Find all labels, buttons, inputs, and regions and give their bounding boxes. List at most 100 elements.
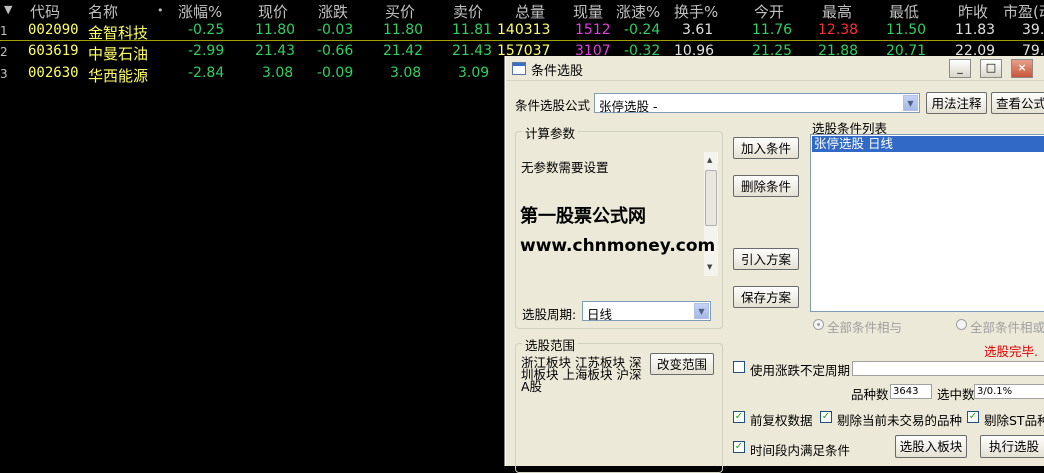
chg-pct-value: -0.25 (188, 22, 225, 38)
period-satisfy-label: 时间段内满足条件 (750, 443, 851, 458)
range-text: 浙江板块 江苏板块 深圳板块 上海板块 沪深A股 (521, 355, 642, 394)
formula-label: 条件选股公式 (515, 98, 591, 113)
formula-select[interactable]: 张停选股 - ▼ (594, 93, 920, 114)
current-volume-value: 1512 (575, 22, 611, 38)
col-header-high[interactable]: 最高 (822, 1, 852, 22)
chg-value: -0.09 (317, 65, 354, 81)
watermark-title: 第一股票公式网 (520, 206, 646, 227)
row-index: 2 (0, 45, 8, 59)
execute-selection-button[interactable]: 执行选股 (980, 435, 1044, 458)
col-header-current-volume[interactable]: 现量 (573, 1, 603, 22)
status-text: 选股完毕. (984, 344, 1038, 359)
col-header-low[interactable]: 最低 (889, 1, 919, 22)
variable-period-progress (852, 361, 1044, 376)
row-index: 1 (0, 24, 8, 38)
stock-name: 中曼石油 (88, 45, 149, 63)
open-value: 11.76 (752, 22, 793, 38)
save-plan-button[interactable]: 保存方案 (733, 286, 799, 308)
minimize-icon[interactable]: _ (949, 59, 971, 78)
exclude-untraded-checkbox[interactable]: ✓ (820, 411, 832, 423)
view-formula-button[interactable]: 查看公式 (991, 92, 1044, 114)
use-variable-period-label: 使用涨跌不定周期 (750, 363, 851, 378)
close-icon[interactable]: × (1011, 59, 1033, 78)
col-header-chg[interactable]: 涨跌 (318, 1, 348, 22)
volume-value: 140313 (497, 22, 551, 38)
period-select[interactable]: 日线 ▼ (582, 301, 711, 322)
stock-code: 002090 (28, 22, 79, 38)
radio-all-or-label: 全部条件相或 (970, 320, 1044, 335)
col-header-code[interactable]: 代码 (30, 1, 60, 22)
col-header-name[interactable]: 名称 (88, 1, 118, 22)
col-header-chg-pct[interactable]: 涨幅% (178, 1, 222, 22)
bid-value: 3.08 (390, 65, 422, 81)
selection-range-group: 选股范围 浙江板块 江苏板块 深圳板块 上海板块 沪深A股 改变范围 (515, 335, 723, 473)
low-value: 11.50 (886, 22, 927, 38)
col-header-prev-close[interactable]: 昨收 (958, 1, 988, 22)
condition-list-item[interactable]: 张停选股 日线 (812, 136, 1044, 152)
col-header-volume[interactable]: 总量 (515, 1, 545, 22)
range-title: 选股范围 (522, 335, 579, 354)
pre-adjust-checkbox[interactable]: ✓ (733, 411, 745, 423)
params-scrollbar[interactable]: ▲ ▼ (704, 152, 718, 276)
dialog-title: 条件选股 (531, 64, 584, 79)
change-range-button[interactable]: 改变范围 (650, 353, 714, 375)
ask-value: 21.43 (452, 43, 493, 59)
price-value: 11.80 (255, 22, 296, 38)
usage-notes-button[interactable]: 用法注释 (926, 92, 987, 114)
import-plan-button[interactable]: 引入方案 (733, 248, 799, 270)
col-header-price[interactable]: 现价 (258, 1, 288, 22)
chg-pct-value: -2.99 (188, 43, 225, 59)
col-header-pe[interactable]: 市盈(动 (1003, 1, 1044, 22)
radio-all-or[interactable] (956, 319, 967, 330)
chevron-down-icon[interactable]: ▼ (903, 95, 918, 111)
prev-close-value: 11.83 (955, 22, 996, 38)
ask-value: 3.09 (458, 65, 490, 81)
radio-all-and-label: 全部条件相与 (827, 320, 903, 335)
select-to-block-button[interactable]: 选股入板块 (895, 435, 967, 458)
speed-value: -0.24 (624, 22, 661, 38)
bid-value: 21.42 (383, 43, 424, 59)
calc-params-text: 无参数需要设置 (521, 160, 609, 175)
sort-indicator-icon[interactable]: ▼ (4, 3, 12, 16)
dialog-titlebar[interactable]: 条件选股 _ □ × (506, 56, 1044, 81)
calc-params-group: 计算参数 无参数需要设置 ▲ ▼ 第一股票公式网 www.chnmoney.co… (515, 123, 723, 329)
condition-stock-selection-dialog: 条件选股 _ □ × 条件选股公式 张停选股 - ▼ 用法注释 查看公式 计算参… (505, 56, 1044, 473)
radio-all-and[interactable] (813, 319, 824, 330)
period-satisfy-checkbox[interactable]: ✓ (733, 441, 745, 453)
pe-value: 39.9 (1022, 22, 1044, 38)
turnover-value: 3.61 (682, 22, 714, 38)
condition-list[interactable]: 张停选股 日线 (810, 134, 1044, 312)
count-label: 品种数 (851, 387, 889, 402)
price-value: 3.08 (262, 65, 294, 81)
add-condition-button[interactable]: 加入条件 (733, 137, 799, 159)
calc-params-title: 计算参数 (522, 123, 579, 142)
period-label: 选股周期: (522, 307, 577, 322)
high-value: 12.38 (818, 22, 859, 38)
price-value: 21.43 (255, 43, 296, 59)
col-header-bid[interactable]: 买价 (385, 1, 415, 22)
selected-label: 选中数 (937, 387, 975, 402)
scroll-thumb[interactable] (705, 170, 717, 226)
delete-condition-button[interactable]: 删除条件 (733, 175, 799, 197)
grid-header: ▼ 代码 名称 • 涨幅% 现价 涨跌 买价 卖价 总量 现量 涨速% 换手% … (0, 0, 1044, 22)
chevron-down-icon[interactable]: ▼ (694, 303, 709, 319)
col-header-ask[interactable]: 卖价 (453, 1, 483, 22)
period-select-value: 日线 (587, 307, 613, 322)
col-header-speed[interactable]: 涨速% (616, 1, 660, 22)
use-variable-period-checkbox[interactable] (733, 361, 745, 373)
stock-code: 002630 (28, 65, 79, 81)
col-header-open[interactable]: 今开 (754, 1, 784, 22)
scroll-up-icon[interactable]: ▲ (707, 156, 712, 164)
col-header-turnover[interactable]: 换手% (674, 1, 718, 22)
chg-value: -0.66 (317, 43, 354, 59)
bid-value: 11.80 (383, 22, 424, 38)
row-selection-line (0, 40, 1044, 41)
ask-value: 11.81 (452, 22, 493, 38)
scroll-down-icon[interactable]: ▼ (707, 263, 712, 271)
col-header-dot: • (157, 4, 164, 17)
window-icon (512, 62, 526, 75)
watermark-url: www.chnmoney.com (520, 236, 716, 256)
stock-code: 603619 (28, 43, 79, 59)
maximize-icon[interactable]: □ (980, 59, 1002, 78)
exclude-st-checkbox[interactable]: ✓ (967, 411, 979, 423)
